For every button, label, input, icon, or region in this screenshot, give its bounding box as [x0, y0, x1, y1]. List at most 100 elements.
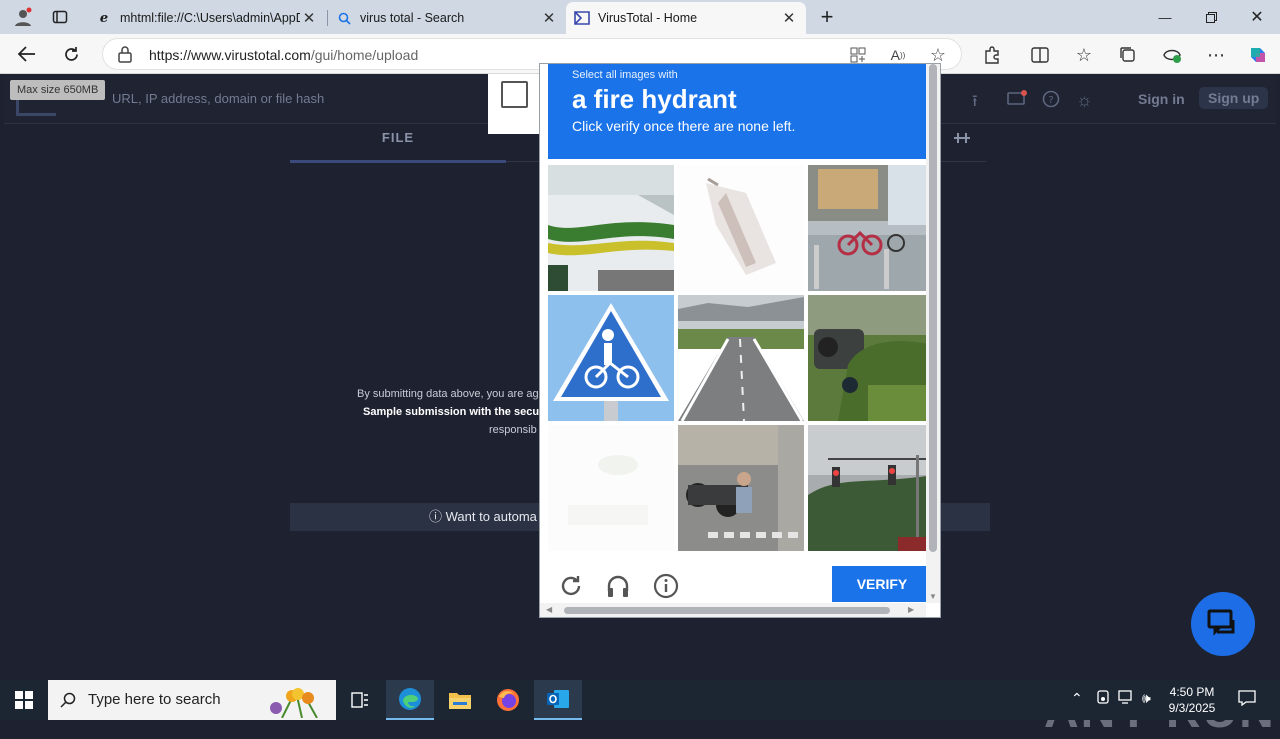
captcha-tile-bus[interactable]	[548, 165, 674, 291]
captcha-horizontal-scrollbar[interactable]: ◀ ▶	[540, 603, 926, 617]
captcha-tile-fragment[interactable]	[678, 165, 804, 291]
scroll-down-icon[interactable]: ▼	[929, 592, 937, 601]
tab-mhtml[interactable]: e mhtml:file://C:\Users\admin\AppData ✕	[88, 2, 326, 34]
reload-icon[interactable]	[558, 573, 584, 599]
firefox-icon[interactable]	[484, 680, 532, 720]
theme-sun-icon[interactable]: ☼	[1076, 90, 1093, 111]
windows-start-icon[interactable]	[0, 680, 48, 720]
close-window-icon[interactable]: ✕	[1234, 0, 1280, 34]
flowers-decoration-icon	[262, 684, 332, 734]
captcha-tile-motorcycles[interactable]	[678, 425, 804, 551]
tab-title: VirusTotal - Home	[598, 11, 698, 25]
recaptcha-checkbox[interactable]	[501, 81, 528, 108]
terms-text: By submitting data above, you are ag	[357, 388, 539, 400]
captcha-tile-traffic-light[interactable]	[808, 425, 934, 551]
file-tab-underline	[290, 160, 506, 163]
search-input[interactable]: URL, IP address, domain or file hash	[102, 84, 502, 114]
captcha-tile-faded[interactable]	[548, 425, 674, 551]
chat-icon	[1207, 609, 1235, 636]
volume-icon[interactable]: 🕪	[1142, 690, 1151, 707]
favorite-star-icon[interactable]: ☆	[927, 45, 949, 65]
captcha-subinstruction: Click verify once there are none left.	[572, 118, 796, 134]
captcha-vertical-scrollbar[interactable]: ▼	[926, 64, 940, 603]
notification-center-icon[interactable]	[1238, 690, 1256, 709]
file-explorer-icon[interactable]	[436, 680, 484, 720]
sign-in-link[interactable]: Sign in	[1138, 91, 1185, 107]
notifications-icon[interactable]	[1007, 90, 1027, 113]
verify-button[interactable]: VERIFY	[832, 566, 932, 602]
search-icon	[60, 680, 76, 720]
captcha-target: a fire hydrant	[572, 84, 737, 114]
lock-icon[interactable]	[117, 45, 133, 63]
chat-button[interactable]	[1191, 592, 1255, 656]
svg-text:?: ?	[1048, 95, 1053, 106]
browser-tab-bar: e mhtml:file://C:\Users\admin\AppData ✕ …	[0, 0, 1280, 34]
network-printer-icon[interactable]	[1096, 690, 1110, 707]
edge-taskbar-icon[interactable]	[386, 680, 434, 720]
show-hidden-icons-icon[interactable]: ⌃	[1071, 690, 1083, 707]
captcha-tile-crosswalk-sign[interactable]	[548, 295, 674, 421]
scroll-right-icon[interactable]: ▶	[908, 605, 914, 614]
url-path: /gui/home/upload	[310, 47, 419, 63]
captcha-footer: VERIFY	[540, 561, 932, 603]
back-icon[interactable]	[12, 39, 42, 69]
new-tab-icon[interactable]: +	[812, 2, 842, 32]
taskbar-search-input[interactable]: Type here to search	[48, 680, 336, 720]
url-host: https://www.virustotal.com	[149, 47, 311, 63]
read-aloud-icon[interactable]: A))	[887, 45, 909, 65]
captcha-tile-jeep-plants[interactable]	[808, 295, 934, 421]
tab-virustotal[interactable]: VirusTotal - Home ✕	[566, 2, 806, 34]
info-icon[interactable]	[653, 573, 679, 599]
browser-essentials-icon[interactable]	[1160, 44, 1184, 66]
app-available-icon[interactable]	[847, 45, 869, 65]
terms-bold-text[interactable]: Sample submission with the secu	[363, 406, 539, 418]
taskbar-search-text: Type here to search	[88, 691, 221, 708]
captcha-tile-highway[interactable]	[678, 295, 804, 421]
close-tab-icon[interactable]: ✕	[300, 9, 318, 27]
scroll-thumb[interactable]	[564, 607, 890, 614]
recaptcha-anchor	[488, 74, 540, 134]
close-tab-icon[interactable]: ✕	[540, 9, 558, 27]
terms-text-tail: responsib	[489, 424, 537, 436]
captcha-instruction: Select all images with	[572, 69, 678, 81]
task-view-icon[interactable]	[336, 680, 384, 720]
scroll-thumb[interactable]	[929, 64, 937, 552]
clock-time: 4:50 PM	[1169, 685, 1215, 699]
sign-up-button[interactable]: Sign up	[1199, 87, 1269, 109]
search-icon	[336, 10, 352, 26]
restore-icon[interactable]	[1188, 0, 1234, 34]
split-screen-icon[interactable]	[1028, 44, 1052, 66]
advanced-settings-icon[interactable]	[952, 130, 972, 151]
network-icon[interactable]	[1118, 690, 1136, 707]
captcha-tile-bicycles[interactable]	[808, 165, 934, 291]
profile-icon[interactable]	[8, 2, 38, 32]
settings-more-icon[interactable]: ⋯	[1204, 44, 1228, 66]
favorites-icon[interactable]: ☆	[1072, 44, 1096, 66]
tab-title: mhtml:file://C:\Users\admin\AppData	[120, 11, 300, 25]
close-tab-icon[interactable]: ✕	[780, 9, 798, 27]
scroll-left-icon[interactable]: ◀	[546, 605, 552, 614]
collections-icon[interactable]	[1116, 44, 1140, 66]
refresh-icon[interactable]	[56, 39, 86, 69]
info-icon: ⓘ	[429, 509, 446, 524]
minimize-icon[interactable]: —	[1142, 0, 1188, 34]
upload-icon[interactable]: ⭱	[972, 90, 978, 117]
windows-taskbar: Type here to search ⌃ 🕪 4:50 PM 9/3/2025	[0, 680, 1280, 720]
help-icon[interactable]: ?	[1042, 90, 1060, 113]
outlook-icon[interactable]	[534, 680, 582, 720]
tab-title: virus total - Search	[360, 11, 465, 25]
tab-search[interactable]: virus total - Search ✕	[328, 2, 566, 34]
url-text: https://www.virustotal.com/gui/home/uplo…	[149, 47, 418, 63]
copilot-icon[interactable]	[1246, 44, 1270, 66]
tab-file[interactable]: FILE	[290, 130, 506, 145]
automate-text: Want to automa	[445, 509, 537, 524]
virustotal-icon	[574, 10, 590, 26]
max-size-tooltip: Max size 650MB	[10, 80, 106, 100]
extensions-icon[interactable]	[980, 44, 1004, 66]
clock-date: 9/3/2025	[1168, 701, 1216, 715]
clock[interactable]: 4:50 PM 9/3/2025	[1160, 684, 1224, 716]
captcha-challenge: Select all images with a fire hydrant Cl…	[539, 63, 941, 618]
tab-actions-icon[interactable]	[45, 2, 75, 32]
audio-headphones-icon[interactable]	[605, 573, 631, 599]
captcha-header: Select all images with a fire hydrant Cl…	[548, 64, 926, 159]
